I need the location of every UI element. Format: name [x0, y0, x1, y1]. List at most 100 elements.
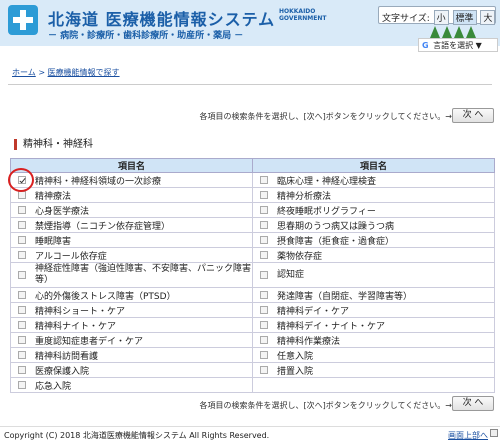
checkbox[interactable]: [18, 206, 26, 214]
criteria-label: 精神科訪問看護: [35, 351, 99, 362]
criteria-cell-left[interactable]: 医療保護入院: [10, 362, 253, 378]
criteria-cell-left[interactable]: 心的外傷後ストレス障害（PTSD）: [10, 287, 253, 303]
criteria-table: 項目名 項目名 精神科・神経科領域の一次診療 臨床心理・神経心理検査 精神療法 精神分…: [10, 158, 495, 393]
criteria-label: 医療保護入院: [35, 366, 90, 377]
section-title: 精神科・神経科: [14, 139, 93, 150]
criteria-label: 神経症性障害（強迫性障害、不安障害、パニック障害等）: [35, 264, 252, 285]
breadcrumb-home-link[interactable]: ホーム: [12, 68, 36, 77]
criteria-cell-left[interactable]: アルコール依存症: [10, 247, 253, 263]
checkbox[interactable]: [260, 351, 268, 359]
criteria-cell-right[interactable]: 精神科デイ・ケア: [252, 302, 495, 318]
next-button-top[interactable]: 次 へ: [452, 108, 494, 123]
column-header-right: 項目名: [252, 158, 495, 173]
criteria-label: 精神科ショート・ケア: [35, 306, 126, 317]
table-row: 心身医学療法 終夜睡眠ポリグラフィー: [10, 202, 495, 218]
checkbox[interactable]: [18, 336, 26, 344]
criteria-cell-right[interactable]: 精神科デイ・ナイト・ケア: [252, 317, 495, 333]
checkbox[interactable]: [260, 251, 268, 259]
language-select-label: 言語を選択: [433, 41, 474, 50]
criteria-cell-left[interactable]: 精神療法: [10, 187, 253, 203]
site-subtitle: － 病院・診療所・歯科診療所・助産所・薬局 －: [48, 31, 244, 41]
criteria-cell-right[interactable]: 任意入院: [252, 347, 495, 363]
criteria-cell-right[interactable]: 臨床心理・神経心理検査: [252, 172, 495, 188]
criteria-cell-left[interactable]: 精神科ショート・ケア: [10, 302, 253, 318]
criteria-cell-right[interactable]: 発達障害（自閉症、学習障害等）: [252, 287, 495, 303]
checkbox[interactable]: [260, 236, 268, 244]
font-size-standard-button[interactable]: 標準: [452, 10, 477, 25]
criteria-cell-right[interactable]: 思春期のうつ病又は躁うつ病: [252, 217, 495, 233]
criteria-label: 応急入院: [35, 381, 72, 392]
table-row: 精神科ショート・ケア 精神科デイ・ケア: [10, 302, 495, 318]
breadcrumb: ホーム > 医療機能情報で探す: [12, 67, 120, 78]
criteria-cell-right[interactable]: [252, 377, 495, 393]
criteria-cell-right[interactable]: 措置入院: [252, 362, 495, 378]
criteria-cell-left[interactable]: 精神科訪問看護: [10, 347, 253, 363]
copyright-text: Copyright (C) 2018 北海道医療機能情報システム All Rig…: [4, 431, 270, 440]
table-row: 精神科ナイト・ケア 精神科デイ・ナイト・ケア: [10, 317, 495, 333]
checkbox[interactable]: [18, 381, 26, 389]
dropdown-arrow-icon: ▼: [475, 41, 482, 50]
criteria-label: 精神科デイ・ケア: [277, 306, 350, 317]
criteria-cell-right[interactable]: 精神分析療法: [252, 187, 495, 203]
criteria-cell-right[interactable]: 認知症: [252, 262, 495, 288]
table-row: 神経症性障害（強迫性障害、不安障害、パニック障害等） 認知症: [10, 262, 495, 288]
checkbox[interactable]: [18, 251, 26, 259]
criteria-label: 発達障害（自閉症、学習障害等）: [277, 291, 413, 302]
checkbox[interactable]: [18, 306, 26, 314]
criteria-cell-left[interactable]: 応急入院: [10, 377, 253, 393]
checkbox[interactable]: [18, 221, 26, 229]
criteria-label: 重度認知症患者デイ・ケア: [35, 336, 144, 347]
checkbox[interactable]: [260, 336, 268, 344]
checkbox[interactable]: [18, 351, 26, 359]
font-size-large-button[interactable]: 大: [480, 10, 496, 25]
highlight-circle: [8, 168, 34, 192]
checkbox[interactable]: [18, 291, 26, 299]
checkbox[interactable]: [260, 176, 268, 184]
criteria-cell-left[interactable]: 精神科・神経科領域の一次診療: [10, 172, 253, 188]
criteria-label: 措置入院: [277, 366, 314, 377]
criteria-cell-left[interactable]: 睡眠障害: [10, 232, 253, 248]
column-header-left: 項目名: [10, 158, 253, 173]
criteria-cell-left[interactable]: 重度認知症患者デイ・ケア: [10, 332, 253, 348]
site-title[interactable]: 北海道 医療機能情報システム: [48, 6, 275, 30]
plus-cross-logo-icon: [8, 5, 38, 35]
checkbox[interactable]: [18, 236, 26, 244]
criteria-cell-left[interactable]: 禁煙指導（ニコチン依存症管理）: [10, 217, 253, 233]
checkbox[interactable]: [260, 221, 268, 229]
font-size-small-button[interactable]: 小: [433, 10, 449, 25]
language-select[interactable]: G 言語を選択 ▼: [418, 38, 498, 52]
divider: [8, 84, 492, 85]
checkbox[interactable]: [18, 191, 26, 199]
criteria-cell-right[interactable]: 精神科作業療法: [252, 332, 495, 348]
criteria-cell-right[interactable]: 摂食障害（拒食症・過食症）: [252, 232, 495, 248]
criteria-label: 心的外傷後ストレス障害（PTSD）: [35, 291, 176, 302]
criteria-cell-left[interactable]: 精神科ナイト・ケア: [10, 317, 253, 333]
checkbox[interactable]: [260, 366, 268, 374]
criteria-cell-right[interactable]: 薬物依存症: [252, 247, 495, 263]
checkbox[interactable]: [260, 306, 268, 314]
checkbox[interactable]: [18, 321, 26, 329]
checkbox[interactable]: [260, 271, 268, 279]
instruction-text-bottom: 各項目の検索条件を選択し、[次へ]ボタンをクリックしてください。→: [199, 401, 452, 410]
checkbox[interactable]: [260, 206, 268, 214]
criteria-cell-left[interactable]: 心身医学療法: [10, 202, 253, 218]
criteria-label: 禁煙指導（ニコチン依存症管理）: [35, 221, 171, 232]
checkbox[interactable]: [18, 366, 26, 374]
checkbox[interactable]: [260, 291, 268, 299]
next-button-bottom[interactable]: 次 へ: [452, 396, 494, 411]
checkbox[interactable]: [18, 271, 26, 279]
criteria-cell-left[interactable]: 神経症性障害（強迫性障害、不安障害、パニック障害等）: [10, 262, 253, 288]
table-row: 睡眠障害 摂食障害（拒食症・過食症）: [10, 232, 495, 248]
criteria-label: 精神科作業療法: [277, 336, 341, 347]
font-size-label: 文字サイズ:: [382, 14, 430, 24]
scroll-top-icon[interactable]: [490, 429, 498, 437]
checkbox[interactable]: [260, 191, 268, 199]
checkbox[interactable]: [260, 321, 268, 329]
criteria-label: 摂食障害（拒食症・過食症）: [277, 236, 395, 247]
criteria-label: 思春期のうつ病又は躁うつ病: [277, 221, 395, 232]
table-row: アルコール依存症 薬物依存症: [10, 247, 495, 263]
criteria-label: 任意入院: [277, 351, 314, 362]
criteria-cell-right[interactable]: 終夜睡眠ポリグラフィー: [252, 202, 495, 218]
breadcrumb-current-link[interactable]: 医療機能情報で探す: [48, 68, 120, 77]
back-to-top-link[interactable]: 画面上部へ: [448, 430, 488, 441]
